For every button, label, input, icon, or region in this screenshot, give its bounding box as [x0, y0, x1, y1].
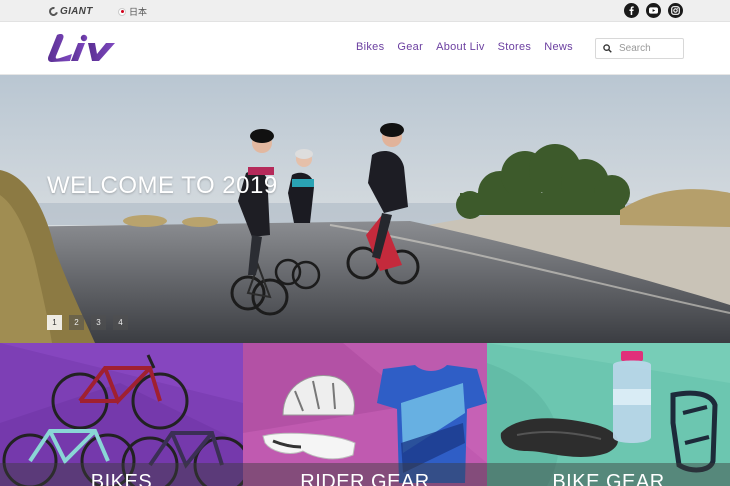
category-tiles: BIKES RIDER GEAR BIKE GEAR — [0, 343, 730, 486]
hero-title: WELCOME TO 2019 — [47, 172, 278, 199]
main-nav: Bikes Gear About Liv Stores News — [356, 41, 586, 53]
facebook-icon[interactable] — [624, 3, 639, 18]
social-links — [624, 3, 683, 18]
giant-logo-text: GIANT — [60, 5, 93, 17]
slide-dot-3[interactable]: 3 — [91, 315, 106, 330]
hero-photo — [0, 75, 730, 343]
tile-bikes[interactable]: BIKES — [0, 343, 243, 486]
nav-news[interactable]: News — [544, 41, 573, 53]
tile-bike-gear-label: BIKE GEAR — [487, 463, 730, 486]
slide-dot-1[interactable]: 1 — [47, 315, 62, 330]
top-utility-bar: GIANT 日本 — [0, 0, 730, 22]
search-icon — [603, 44, 612, 53]
slide-dot-2[interactable]: 2 — [69, 315, 84, 330]
nav-stores[interactable]: Stores — [498, 41, 532, 53]
tile-rider-gear-label: RIDER GEAR — [243, 463, 487, 486]
main-header: Bikes Gear About Liv Stores News — [0, 22, 730, 75]
language-label: 日本 — [129, 7, 148, 17]
giant-logo-mark-icon — [47, 4, 60, 18]
language-selector[interactable]: 日本 — [118, 5, 147, 18]
nav-bikes[interactable]: Bikes — [356, 41, 384, 53]
giant-logo[interactable]: GIANT — [47, 4, 93, 18]
hero-slider[interactable]: WELCOME TO 2019 1 2 3 4 — [0, 75, 730, 343]
slide-dot-4[interactable]: 4 — [113, 315, 128, 330]
japan-flag-icon — [118, 7, 126, 16]
instagram-icon[interactable] — [668, 3, 683, 18]
tile-rider-gear[interactable]: RIDER GEAR — [243, 343, 487, 486]
slider-pagination: 1 2 3 4 — [47, 315, 128, 330]
search-box[interactable] — [595, 38, 684, 59]
nav-about-liv[interactable]: About Liv — [436, 41, 485, 53]
liv-logo[interactable] — [48, 32, 120, 69]
youtube-icon[interactable] — [646, 3, 661, 18]
nav-gear[interactable]: Gear — [397, 41, 423, 53]
tile-bikes-label: BIKES — [0, 463, 243, 486]
search-input[interactable] — [619, 43, 679, 54]
tile-bike-gear[interactable]: BIKE GEAR — [487, 343, 730, 486]
